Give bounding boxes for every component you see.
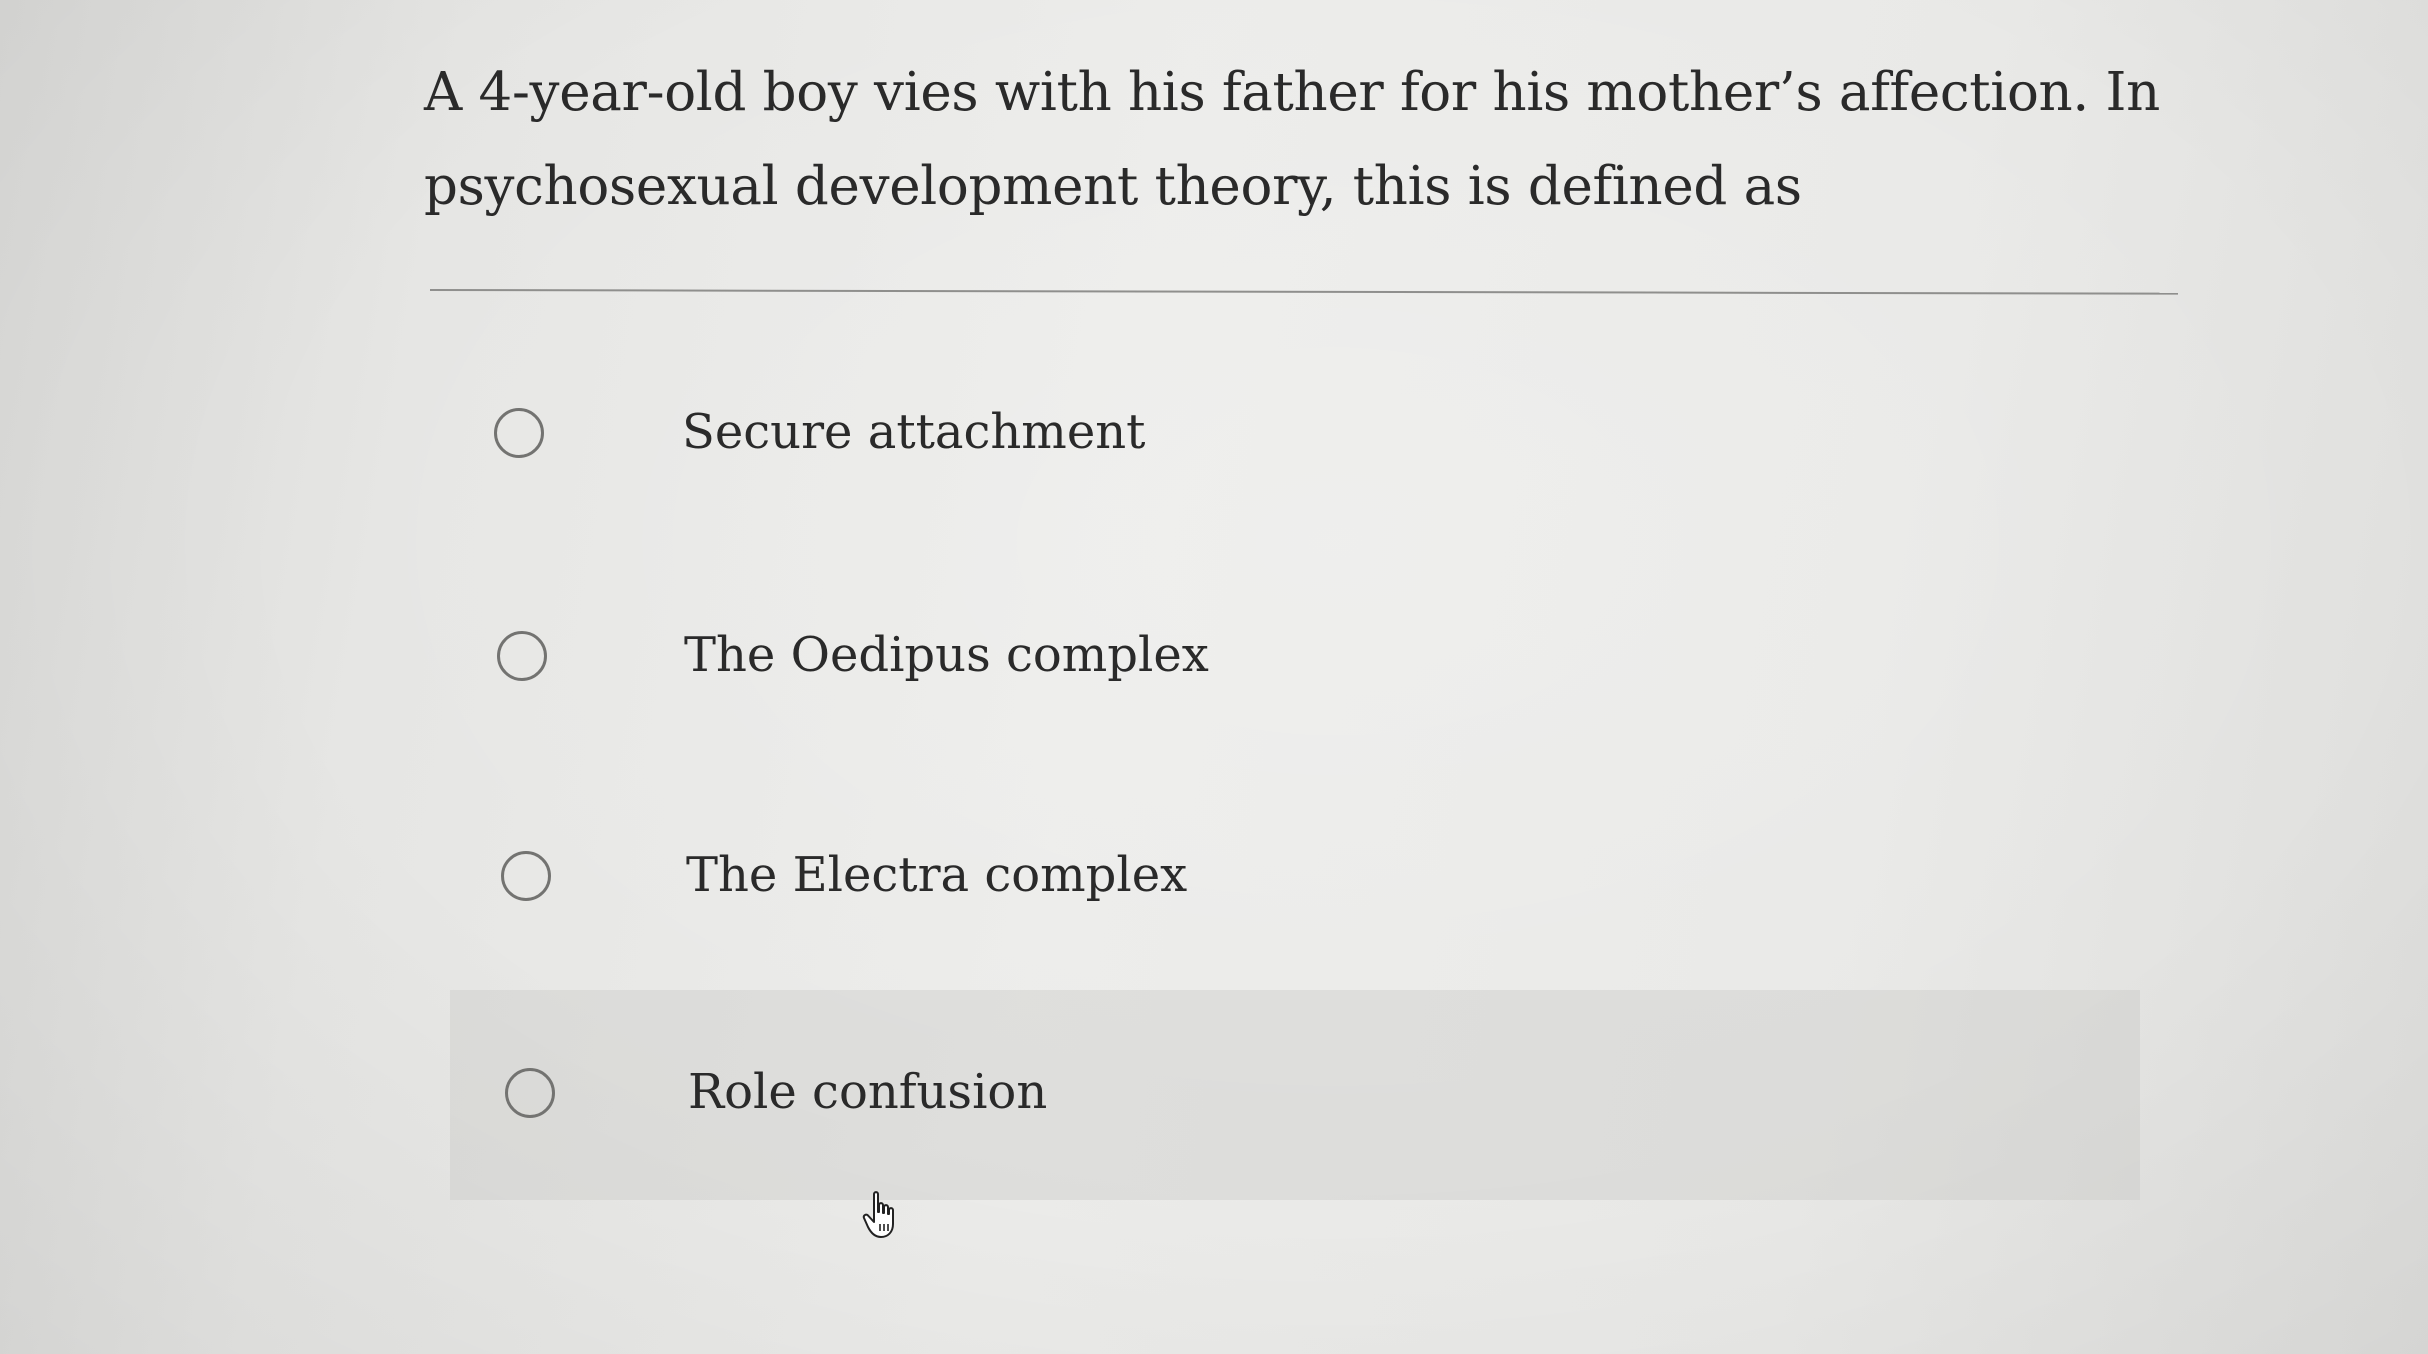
- answer-option-label[interactable]: The Electra complex: [686, 843, 1187, 907]
- radio-button-icon[interactable]: [494, 408, 544, 458]
- radio-button-icon[interactable]: [501, 851, 551, 901]
- answer-option-secure-attachment[interactable]: Secure attachment: [450, 330, 2140, 540]
- answer-option-electra-complex[interactable]: The Electra complex: [450, 773, 2140, 983]
- question-divider: [429, 289, 2178, 295]
- radio-button-icon[interactable]: [505, 1068, 555, 1118]
- hand-pointer-icon: [862, 1191, 894, 1238]
- question-text: A 4-year-old boy vies with his father fo…: [424, 62, 2160, 217]
- answer-option-label[interactable]: Role confusion: [688, 1060, 1047, 1124]
- answer-option-label[interactable]: Secure attachment: [682, 400, 1145, 464]
- answer-option-label[interactable]: The Oedipus complex: [684, 623, 1209, 687]
- answer-option-role-confusion[interactable]: Role confusion: [450, 990, 2140, 1200]
- radio-button-icon[interactable]: [497, 631, 547, 681]
- answer-option-oedipus-complex[interactable]: The Oedipus complex: [450, 553, 2140, 763]
